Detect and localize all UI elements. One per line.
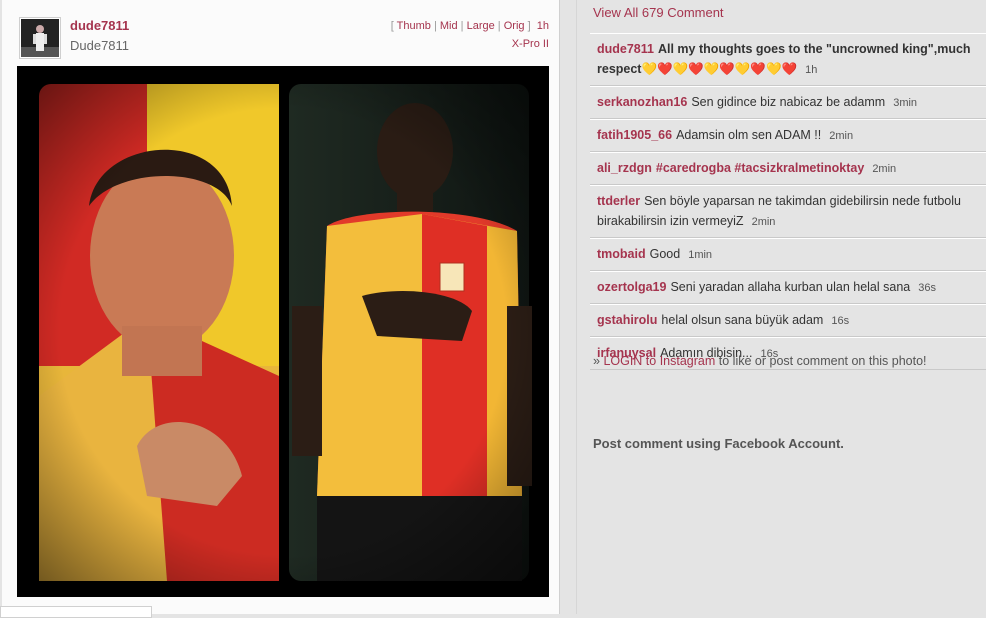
post-username[interactable]: dude7811 (70, 18, 129, 33)
post-card: dude7811 Dude7811 [ Thumb | Mid | Large … (2, 0, 560, 614)
size-orig-link[interactable]: Orig (504, 20, 525, 32)
bottom-tab (0, 606, 152, 618)
comment-user[interactable]: tmobaid (597, 247, 646, 261)
comment-time: 3min (893, 97, 918, 109)
comment-user[interactable]: serkanozhan16 (597, 95, 687, 109)
login-arrow: » (593, 354, 600, 368)
list-item: gstahirolu helal olsun sana büyük adam 16s (590, 304, 986, 337)
comment-user[interactable]: dude7811 (597, 42, 654, 56)
filter-name: X-Pro II (511, 38, 549, 50)
list-item: fatih1905_66 Adamsin olm sen ADAM !! 2min (590, 119, 986, 152)
post-photo[interactable] (17, 66, 549, 597)
comment-time: 1min (688, 249, 713, 261)
list-item: tmobaid Good 1min (590, 238, 986, 271)
avatar-image (21, 19, 59, 57)
comment-time: 16s (831, 315, 850, 327)
post-full-name: Dude7811 (70, 38, 130, 53)
view-all-comments-link[interactable]: View All 679 Comment (593, 5, 724, 20)
list-item: serkanozhan16 Sen gidince biz nabicaz be … (590, 86, 986, 119)
list-item: ttderler Sen böyle yaparsan ne takimdan g… (590, 185, 986, 238)
size-links: [ Thumb | Mid | Large | Orig ] 1h (390, 20, 549, 32)
comment-user[interactable]: ttderler (597, 194, 640, 208)
comment-text: helal olsun sana büyük adam (661, 313, 824, 327)
bracket-close: ] (527, 20, 531, 32)
list-item: ali_rzdgn #caredrogba #tacsizkralmetinokt… (590, 152, 986, 185)
size-large-link[interactable]: Large (467, 20, 495, 32)
comment-user[interactable]: fatih1905_66 (597, 128, 672, 142)
comment-time: 2min (829, 130, 854, 142)
comment-text: Sen gidince biz nabicaz be adamm (691, 95, 886, 109)
comment-time: 2min (872, 163, 897, 175)
login-prompt: » LOGIN to Instagram to like or post com… (593, 354, 927, 368)
comment-text: Sen böyle yaparsan ne takimdan gidebilir… (597, 194, 961, 228)
comment-time: 1h (805, 64, 818, 76)
login-rest: to like or post comment on this photo! (718, 354, 927, 368)
comment-user[interactable]: gstahirolu (597, 313, 657, 327)
list-item: dude7811 All my thoughts goes to the "unc… (590, 33, 986, 86)
column-separator (576, 0, 577, 614)
facebook-comment-heading: Post comment using Facebook Account. (593, 436, 844, 451)
size-thumb-link[interactable]: Thumb (397, 20, 431, 32)
bracket-open: [ (390, 20, 394, 32)
comment-text: Adamsin olm sen ADAM !! (676, 128, 822, 142)
comment-time: 2min (751, 216, 776, 228)
avatar[interactable] (19, 17, 61, 59)
comment-text: Seni yaradan allaha kurban ulan helal sa… (670, 280, 911, 294)
comment-user[interactable]: ali_rzdgn (597, 161, 652, 175)
comment-text: Good (649, 247, 681, 261)
post-age: 1h (536, 20, 549, 32)
list-item: ozertolga19 Seni yaradan allaha kurban ul… (590, 271, 986, 304)
photo-image (17, 66, 549, 597)
comment-list: dude7811 All my thoughts goes to the "unc… (590, 33, 986, 370)
size-mid-link[interactable]: Mid (440, 20, 458, 32)
comment-user[interactable]: ozertolga19 (597, 280, 666, 294)
login-link[interactable]: LOGIN to Instagram (603, 354, 715, 368)
comment-text[interactable]: #caredrogba #tacsizkralmetinoktay (656, 161, 864, 175)
comment-time: 36s (918, 282, 936, 294)
